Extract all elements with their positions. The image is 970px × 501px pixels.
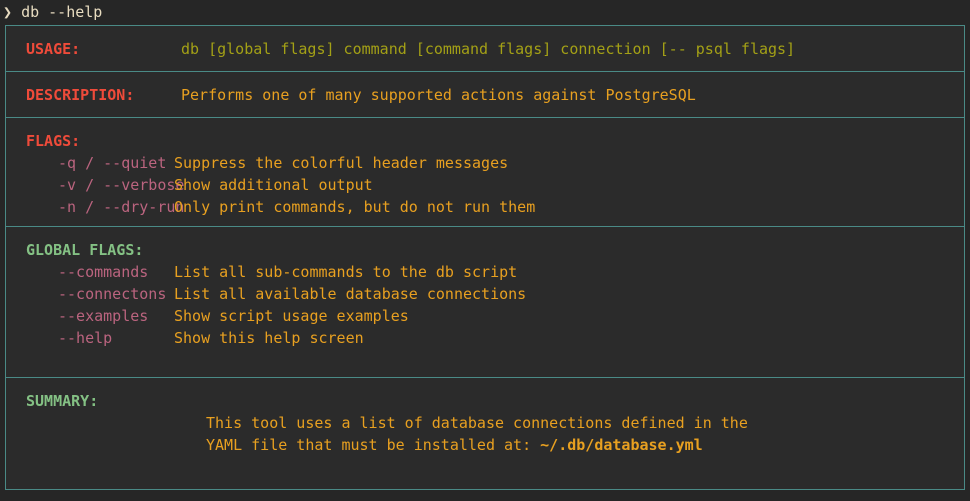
flag-item-row: -v / --verboseShow additional output bbox=[6, 174, 964, 196]
summary-text-line2: YAML file that must be installed at: bbox=[206, 436, 541, 454]
summary-line-1: This tool uses a list of database connec… bbox=[6, 412, 964, 434]
global-flag-item-row: --examples Show script usage examples bbox=[6, 305, 964, 327]
section-flags: FLAGS: -q / --quiet Suppress the colorful… bbox=[6, 118, 964, 227]
global-flag-item-row: --connectons List all available database … bbox=[6, 283, 964, 305]
flag-description: Show additional output bbox=[174, 176, 373, 194]
description-row: DESCRIPTION: Performs one of many support… bbox=[6, 84, 964, 106]
summary-text-line1: This tool uses a list of database connec… bbox=[206, 414, 748, 432]
global-flag-name: --help bbox=[58, 329, 113, 347]
flag-item-row: -n / --dry-runOnly print commands, but d… bbox=[6, 196, 964, 218]
summary-label: SUMMARY: bbox=[26, 392, 99, 410]
prompt-symbol: ❯ bbox=[3, 3, 13, 21]
global-flag-name: --connectons bbox=[58, 285, 167, 303]
global-flag-item-row: --commands List all sub-commands to the d… bbox=[6, 261, 964, 283]
usage-row: USAGE: db [global flags] command [command… bbox=[6, 38, 964, 60]
global-flag-description: Show this help screen bbox=[174, 329, 364, 347]
global-flag-item-row: --help Show this help screen bbox=[6, 327, 964, 349]
help-output-panel: USAGE: db [global flags] command [command… bbox=[5, 25, 965, 490]
global-flag-name: --commands bbox=[58, 263, 149, 281]
flag-description: Only print commands, but do not run them bbox=[174, 198, 536, 216]
global-flags-label: GLOBAL FLAGS: bbox=[26, 241, 144, 259]
flag-name: -n / --dry-run bbox=[58, 198, 185, 216]
shell-prompt-line: ❯ db --help bbox=[0, 0, 970, 25]
summary-line-2: YAML file that must be installed at: ~/.… bbox=[6, 434, 964, 456]
flag-item-row: -q / --quiet Suppress the colorful header… bbox=[6, 152, 964, 174]
flag-name: -v / --verbose bbox=[58, 176, 185, 194]
flags-label: FLAGS: bbox=[26, 132, 81, 150]
shell-command-text: db --help bbox=[21, 3, 103, 21]
usage-label: USAGE: bbox=[26, 40, 81, 58]
summary-config-path: ~/.db/database.yml bbox=[540, 436, 703, 454]
flags-label-row: FLAGS: bbox=[6, 130, 964, 152]
section-global-flags: GLOBAL FLAGS: --commands List all sub-com… bbox=[6, 227, 964, 378]
global-flag-description: Show script usage examples bbox=[174, 307, 409, 325]
summary-label-row: SUMMARY: bbox=[6, 390, 964, 412]
section-usage: USAGE: db [global flags] command [command… bbox=[6, 26, 964, 72]
global-flag-name: --examples bbox=[58, 307, 149, 325]
global-flag-description: List all available database connections bbox=[174, 285, 527, 303]
global-flags-label-row: GLOBAL FLAGS: bbox=[6, 239, 964, 261]
global-flag-description: List all sub-commands to the db script bbox=[174, 263, 518, 281]
section-summary: SUMMARY: This tool uses a list of databa… bbox=[6, 378, 964, 483]
flag-description: Suppress the colorful header messages bbox=[174, 154, 509, 172]
usage-value: db [global flags] command [command flags… bbox=[181, 40, 796, 58]
flag-name: -q / --quiet bbox=[58, 154, 167, 172]
description-label: DESCRIPTION: bbox=[26, 86, 135, 104]
description-value: Performs one of many supported actions a… bbox=[181, 86, 696, 104]
section-description: DESCRIPTION: Performs one of many support… bbox=[6, 72, 964, 118]
